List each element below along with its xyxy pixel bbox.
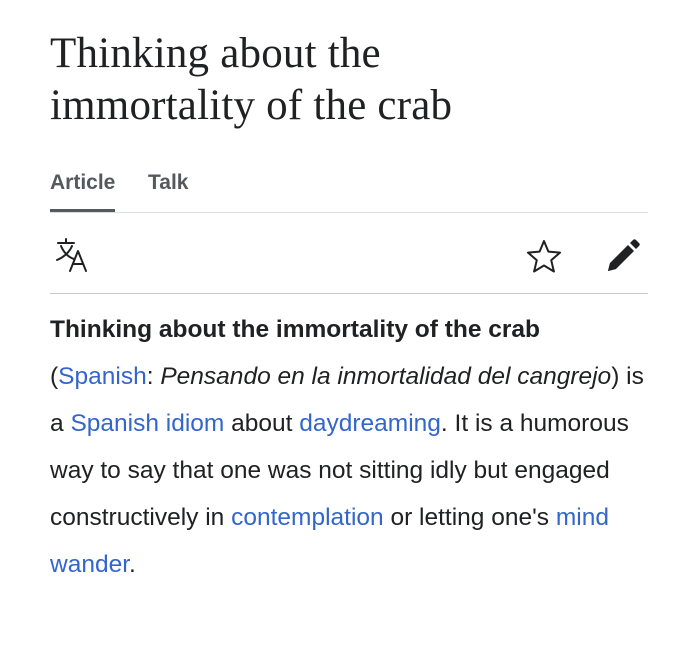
namespace-tabs: Article Talk bbox=[50, 170, 648, 213]
page-title: Thinking about the immortality of the cr… bbox=[50, 0, 648, 132]
star-icon bbox=[527, 240, 561, 273]
text-segment: . bbox=[129, 551, 136, 578]
tab-article[interactable]: Article bbox=[50, 170, 116, 212]
page-actions-toolbar bbox=[50, 213, 648, 294]
page-title-line-1: Thinking about the bbox=[50, 30, 381, 77]
edit-button[interactable] bbox=[602, 237, 642, 277]
link-daydreaming[interactable]: daydreaming bbox=[299, 410, 441, 437]
language-button[interactable] bbox=[52, 237, 92, 277]
tab-talk[interactable]: Talk bbox=[148, 170, 188, 208]
bold-article-title: Thinking about the immortality of the cr… bbox=[50, 316, 541, 343]
link-contemplation[interactable]: contemplation bbox=[231, 504, 384, 531]
text-segment: : bbox=[146, 363, 161, 390]
lead-paragraph: Thinking about the immortality of the cr… bbox=[50, 306, 648, 588]
watch-button[interactable] bbox=[524, 237, 564, 277]
spanish-translation: Pensando en la inmortalidad del cangrejo bbox=[160, 363, 612, 390]
article-body: Thinking about the immortality of the cr… bbox=[50, 306, 648, 588]
pencil-icon bbox=[608, 239, 640, 271]
text-segment: about bbox=[224, 410, 300, 437]
text-segment: or letting one's bbox=[383, 504, 556, 531]
article-page: Thinking about the immortality of the cr… bbox=[50, 0, 648, 578]
text-segment: ( bbox=[50, 363, 59, 390]
link-spanish[interactable]: Spanish bbox=[58, 363, 147, 390]
translate-icon bbox=[56, 238, 87, 272]
page-title-line-2: immortality of the crab bbox=[50, 82, 453, 129]
link-spanish-idiom[interactable]: Spanish idiom bbox=[70, 410, 224, 437]
